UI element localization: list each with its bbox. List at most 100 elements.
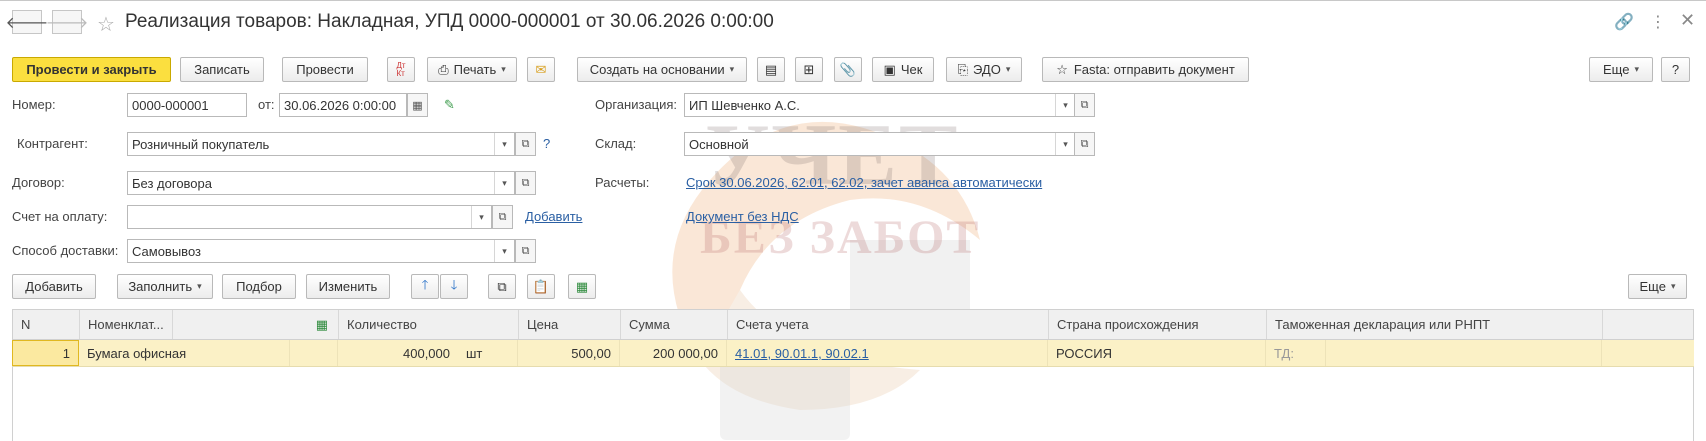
- counterparty-open-button[interactable]: ⧉: [515, 132, 536, 156]
- cell-accounts[interactable]: 41.01, 90.01.1, 90.02.1: [727, 340, 1048, 366]
- delivery-field[interactable]: Самовывоз ▾: [127, 239, 515, 263]
- link-icon[interactable]: 🔗: [1614, 12, 1634, 32]
- pick-button[interactable]: Подбор: [222, 274, 296, 299]
- chevron-down-icon[interactable]: ▾: [494, 172, 514, 194]
- cell-customs-value[interactable]: [1326, 340, 1602, 366]
- create-based-on-button[interactable]: Создать на основании: [577, 57, 747, 82]
- invoice-add-link[interactable]: Добавить: [525, 209, 582, 224]
- attach-button[interactable]: 📎: [834, 57, 862, 82]
- no-vat-link[interactable]: Документ без НДС: [686, 209, 799, 224]
- number-field[interactable]: 0000-000001: [127, 93, 247, 117]
- delivery-label: Способ доставки:: [12, 243, 119, 258]
- cell-customs[interactable]: ТД:: [1266, 340, 1326, 366]
- delivery-open-button[interactable]: ⧉: [515, 239, 536, 263]
- contract-open-button[interactable]: ⧉: [515, 171, 536, 195]
- excel-button[interactable]: ▦: [568, 274, 596, 299]
- check-button[interactable]: ▣ Чек: [872, 57, 934, 82]
- organization-value: ИП Шевченко А.С.: [689, 97, 800, 113]
- counterparty-value: Розничный покупатель: [132, 136, 270, 152]
- table-more-button[interactable]: Еще: [1628, 274, 1687, 299]
- save-button[interactable]: Записать: [180, 57, 264, 82]
- cell-qty[interactable]: 400,000: [338, 340, 458, 366]
- top-border: [0, 0, 1706, 1]
- invoice-open-button[interactable]: ⧉: [492, 205, 513, 229]
- counterparty-field[interactable]: Розничный покупатель ▾: [127, 132, 515, 156]
- cell-item[interactable]: Бумага офисная: [79, 340, 290, 366]
- move-down-button[interactable]: 🡓: [440, 274, 468, 299]
- chevron-down-icon[interactable]: ▾: [471, 206, 491, 228]
- print-button[interactable]: ⎙ Печать: [427, 57, 517, 82]
- counterparty-help[interactable]: ?: [543, 136, 550, 151]
- email-button[interactable]: ✉: [527, 57, 555, 82]
- arrow-right-icon: 🡒: [45, 14, 89, 32]
- header-country[interactable]: Страна происхождения: [1049, 310, 1267, 339]
- header-item[interactable]: Номенклат...: [80, 310, 173, 339]
- chevron-down-icon[interactable]: ▾: [1055, 94, 1075, 116]
- accounts-link[interactable]: 41.01, 90.01.1, 90.02.1: [735, 346, 869, 361]
- contract-value: Без договора: [132, 175, 212, 191]
- report-button[interactable]: ▤: [757, 57, 785, 82]
- open-icon: ⧉: [1080, 98, 1089, 111]
- back-button[interactable]: 🡐: [6, 10, 48, 34]
- cell-blank[interactable]: [290, 340, 338, 366]
- settlements-link[interactable]: Срок 30.06.2026, 62.01, 62.02, зачет ава…: [686, 175, 1042, 190]
- header-qty[interactable]: Количество: [339, 310, 519, 339]
- organization-field[interactable]: ИП Шевченко А.С. ▾: [684, 93, 1076, 117]
- close-icon[interactable]: ✕: [1680, 10, 1695, 31]
- chevron-down-icon[interactable]: ▾: [1055, 133, 1075, 155]
- chevron-down-icon[interactable]: ▾: [494, 240, 514, 262]
- register-icon: ▣: [883, 61, 896, 77]
- paste-button[interactable]: 📋: [527, 274, 555, 299]
- cell-unit[interactable]: шт: [458, 340, 518, 366]
- add-row-button[interactable]: Добавить: [12, 274, 96, 299]
- warehouse-open-button[interactable]: ⧉: [1074, 132, 1095, 156]
- document-icon: ▤: [764, 61, 778, 77]
- more-menu-icon[interactable]: ⋮: [1650, 12, 1666, 32]
- header-customs[interactable]: Таможенная декларация или РНПТ: [1267, 310, 1603, 339]
- copy-button[interactable]: ⧉: [488, 274, 516, 299]
- contract-label: Договор:: [12, 175, 65, 190]
- forward-button[interactable]: 🡒: [46, 10, 88, 34]
- chevron-down-icon[interactable]: ▾: [494, 133, 514, 155]
- fasta-label: Fasta: отправить документ: [1073, 62, 1235, 77]
- date-edit-icon[interactable]: ✎: [444, 97, 455, 113]
- header-accounts[interactable]: Счета учета: [728, 310, 1049, 339]
- table-row[interactable]: 1 Бумага офисная 400,000 шт 500,00 200 0…: [12, 340, 1694, 367]
- table-header: N Номенклат... ▦ Количество Цена Сумма С…: [12, 309, 1694, 340]
- more-button[interactable]: Еще: [1589, 57, 1653, 82]
- contract-field[interactable]: Без договора ▾: [127, 171, 515, 195]
- delivery-value: Самовывоз: [132, 243, 201, 259]
- dt-kt-button[interactable]: Дт Кт: [387, 57, 415, 82]
- header-sum[interactable]: Сумма: [621, 310, 728, 339]
- cell-sum[interactable]: 200 000,00: [620, 340, 727, 366]
- fasta-send-button[interactable]: ☆ Fasta: отправить документ: [1042, 57, 1249, 82]
- open-icon: ⧉: [521, 137, 530, 150]
- cell-country[interactable]: РОССИЯ: [1048, 340, 1266, 366]
- spreadsheet-icon: ▦: [315, 316, 328, 332]
- change-button[interactable]: Изменить: [306, 274, 390, 299]
- move-up-button[interactable]: 🡑: [411, 274, 439, 299]
- help-button[interactable]: ?: [1661, 57, 1690, 82]
- organization-open-button[interactable]: ⧉: [1074, 93, 1095, 117]
- post-button[interactable]: Провести: [282, 57, 368, 82]
- structure-button[interactable]: ⊞: [795, 57, 823, 82]
- window-title: Реализация товаров: Накладная, УПД 0000-…: [125, 11, 774, 32]
- date-field[interactable]: 30.06.2026 0:00:00: [279, 93, 407, 117]
- star-icon[interactable]: ☆: [97, 12, 115, 37]
- edo-icon: ⎘: [957, 61, 969, 77]
- header-excel[interactable]: ▦: [173, 310, 339, 339]
- open-icon: ⧉: [1080, 137, 1089, 150]
- cell-n[interactable]: 1: [12, 340, 79, 366]
- more-label: Еще: [1603, 62, 1630, 77]
- header-n[interactable]: N: [13, 310, 80, 339]
- cell-price[interactable]: 500,00: [518, 340, 620, 366]
- fill-button[interactable]: Заполнить: [117, 274, 213, 299]
- invoice-field[interactable]: ▾: [127, 205, 492, 229]
- header-price[interactable]: Цена: [519, 310, 621, 339]
- post-and-close-button[interactable]: Провести и закрыть: [12, 57, 171, 82]
- spreadsheet-icon: ▦: [575, 278, 589, 294]
- calendar-button[interactable]: ▦: [407, 93, 428, 117]
- edo-button[interactable]: ⎘ ЭДО: [946, 57, 1022, 82]
- paste-icon: 📋: [532, 278, 550, 294]
- warehouse-field[interactable]: Основной ▾: [684, 132, 1076, 156]
